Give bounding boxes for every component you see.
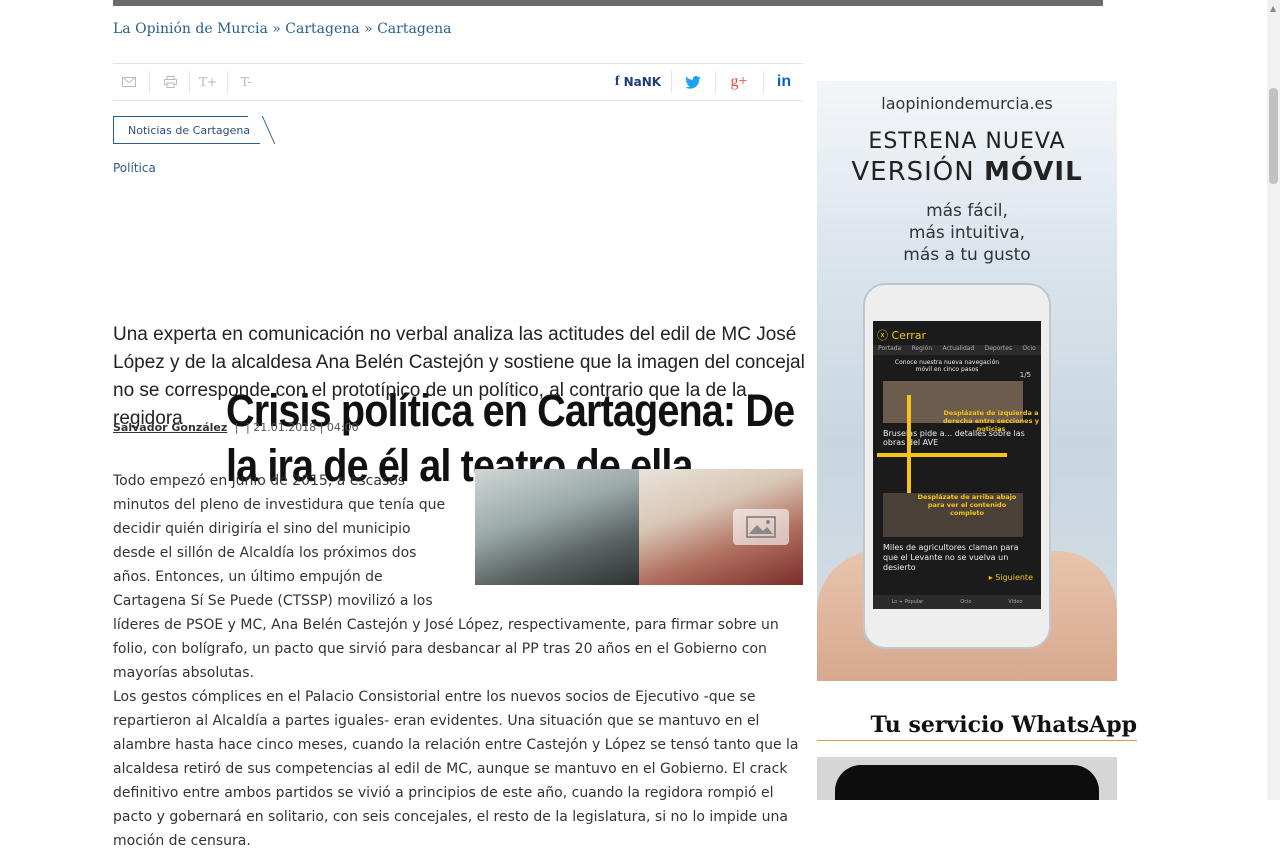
whatsapp-section-title: Tu servicio WhatsApp <box>870 712 1137 738</box>
screen-tabs: Portada Región Actualidad Deportes Ocio <box>873 345 1041 355</box>
print-icon[interactable] <box>153 64 187 100</box>
news-category-tag[interactable]: Noticias de Cartagena <box>113 116 261 144</box>
photo-jose-lopez <box>475 469 639 585</box>
article-paragraph-2: Los gestos cómplices en el Palacio Consi… <box>113 689 799 849</box>
breadcrumb-separator: » <box>359 21 378 37</box>
page-scrollbar[interactable]: ▲ <box>1267 0 1280 800</box>
breadcrumb: La Opinión de Murcia » Cartagena » Carta… <box>113 21 451 37</box>
screen-tip-1: Conoce nuestra nueva navegación móvil en… <box>894 359 1000 373</box>
googleplus-share-button[interactable]: g+ <box>717 64 761 100</box>
screen-headline-1: Bruselas pide a... detalles sobre las ob… <box>883 429 1025 447</box>
horizontal-arrow-icon <box>877 453 1007 457</box>
breadcrumb-item-la-opinion[interactable]: La Opinión de Murcia <box>113 21 268 37</box>
linkedin-icon: in <box>776 73 792 90</box>
mobile-version-ad[interactable]: laopiniondemurcia.es ESTRENA NUEVA VERSI… <box>817 81 1117 681</box>
mail-icon[interactable] <box>113 64 145 100</box>
ad-slogan: más fácil, más intuitiva, más a tu gusto <box>903 201 1031 265</box>
phone-screen: ⓧ Cerrar Portada Región Actualidad Deportes… <box>873 321 1041 609</box>
breadcrumb-separator: » <box>267 21 286 37</box>
breadcrumb-item-cartagena-2[interactable]: Cartagena <box>377 21 451 37</box>
breadcrumb-item-cartagena[interactable]: Cartagena <box>285 21 359 37</box>
linkedin-share-button[interactable]: in <box>765 64 803 100</box>
font-bigger-button[interactable]: T+ <box>193 64 223 100</box>
font-smaller-button[interactable]: T- <box>231 64 261 100</box>
phone-mockup: ⓧ Cerrar Portada Región Actualidad Deportes… <box>863 283 1051 649</box>
scroll-up-icon[interactable]: ▲ <box>1270 4 1276 13</box>
whatsapp-promo-image[interactable] <box>817 757 1117 800</box>
gallery-icon[interactable] <box>733 509 789 545</box>
whatsapp-divider <box>817 740 1137 741</box>
phone-image <box>835 765 1099 800</box>
article-subtitle: Una experta en comunicación no verbal an… <box>113 324 805 429</box>
twitter-share-button[interactable] <box>673 64 713 100</box>
article-photo-gallery[interactable] <box>475 469 803 585</box>
byline: Salvador González | | 21.01.2018 | 04:00 <box>113 421 359 434</box>
googleplus-icon: g+ <box>730 73 748 90</box>
screen-tip-3: Desplázate de arriba abajo para ver el c… <box>917 493 1017 517</box>
article-toolbar: T+ T- f NaNK g+ in <box>113 63 803 101</box>
screen-headline-2: Miles de agricultores claman para que el… <box>883 543 1019 572</box>
facebook-icon: f <box>614 74 620 89</box>
ad-line-1: ESTRENA NUEVA <box>868 129 1066 154</box>
article-body: Todo empezó en junio de 2015, a escasos … <box>113 469 803 853</box>
section-label[interactable]: Política <box>113 161 156 175</box>
twitter-icon <box>685 75 701 89</box>
publish-date: | 21.01.2018 | 04:00 <box>246 421 359 434</box>
ad-line-2: VERSIÓN MÓVIL <box>851 157 1083 187</box>
next-button: ▸ Siguiente <box>988 573 1033 582</box>
ad-site: laopiniondemurcia.es <box>881 94 1053 113</box>
scrollbar-thumb[interactable] <box>1269 88 1278 184</box>
facebook-count: NaNK <box>623 75 662 89</box>
screen-count: 1/5 <box>1019 371 1031 379</box>
screen-bottom-nav: Lo + Popular Ocio Vídeo <box>873 595 1041 609</box>
top-banner-strip <box>113 0 1103 6</box>
author-link[interactable]: Salvador González <box>113 421 227 434</box>
facebook-share-button[interactable]: f NaNK <box>608 64 668 100</box>
close-icon: ⓧ Cerrar <box>877 329 927 342</box>
